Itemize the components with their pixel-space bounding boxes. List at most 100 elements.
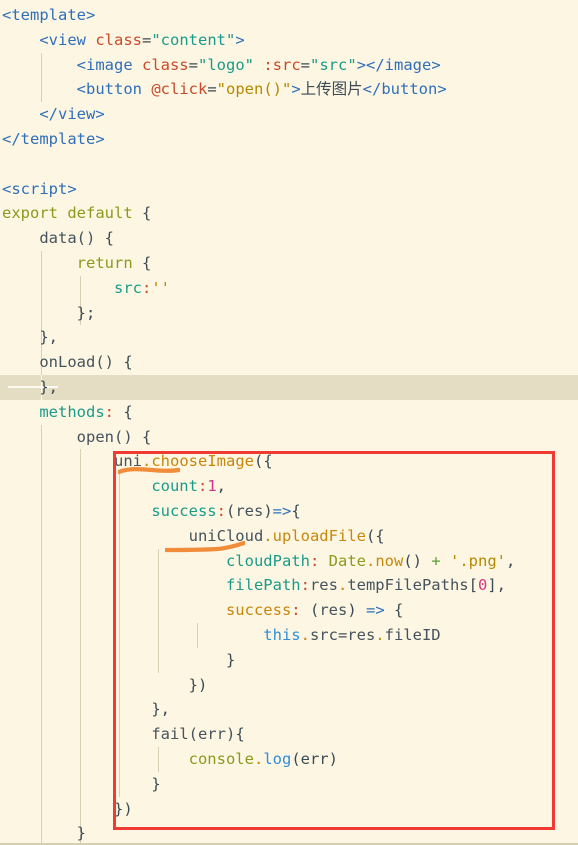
code-token: . <box>141 452 152 471</box>
code-line[interactable]: } <box>0 647 578 673</box>
code-token: <image <box>76 55 142 74</box>
code-token: { <box>141 204 152 223</box>
code-line-text: console.log(err) <box>2 750 338 768</box>
code-line[interactable]: } <box>0 771 578 797</box>
code-token: : <box>309 551 320 570</box>
code-token: '' <box>151 278 170 297</box>
code-line-text: }; <box>2 304 96 322</box>
code-token: console <box>188 749 254 768</box>
code-editor-surface[interactable]: <template> <view class="content"> <image… <box>0 0 578 845</box>
code-token: [ <box>468 576 478 595</box>
code-line[interactable] <box>0 152 578 177</box>
code-line[interactable]: success:(res)=>{ <box>0 498 578 524</box>
code-line-text: } <box>2 651 235 669</box>
code-token: = <box>142 30 152 49</box>
code-line-text: methods: { <box>2 402 132 421</box>
code-token: { <box>394 601 404 620</box>
code-token: "content" <box>151 30 236 49</box>
code-token: (err) <box>291 749 338 768</box>
code-token: </view> <box>39 105 105 124</box>
code-line[interactable]: }, <box>0 325 578 351</box>
code-line[interactable]: methods: { <box>0 400 578 425</box>
code-token: }) <box>113 799 133 818</box>
code-token: . <box>375 625 385 644</box>
code-line[interactable]: }, <box>0 697 578 723</box>
code-line-text: this.src=res.fileID <box>2 625 440 644</box>
code-token: : <box>141 278 152 297</box>
code-token: "src" <box>310 55 357 74</box>
code-token: } <box>151 774 161 793</box>
code-line[interactable]: <image class="logo" :src="src"></image> <box>0 52 578 78</box>
code-line[interactable]: filePath:res.tempFilePaths[0], <box>0 573 578 599</box>
code-line[interactable]: <template> <box>0 3 578 28</box>
code-line-text: <template> <box>2 6 95 24</box>
code-line[interactable]: data() { <box>0 226 578 251</box>
code-line-text: filePath:res.tempFilePaths[0], <box>2 576 506 594</box>
code-line[interactable]: src:'' <box>0 275 578 301</box>
code-token: res <box>235 501 264 520</box>
code-line-text: }) <box>2 676 208 694</box>
code-token: Date <box>328 551 366 570</box>
code-token: : <box>291 601 301 620</box>
code-token: { <box>141 253 152 272</box>
code-line-text: success: (res) => { <box>2 601 403 619</box>
code-line[interactable]: count:1, <box>0 474 578 499</box>
code-line[interactable]: console.log(err) <box>0 746 578 772</box>
code-line[interactable]: }; <box>0 300 578 326</box>
code-line[interactable]: export default { <box>0 201 578 226</box>
code-line[interactable]: return { <box>0 250 578 276</box>
code-token: <button <box>76 80 152 99</box>
code-token: uni <box>113 452 142 471</box>
code-line-text: data() { <box>2 229 114 247</box>
code-line[interactable]: }) <box>0 672 578 698</box>
code-line[interactable]: <script> <box>0 177 578 202</box>
code-token: ) <box>347 601 366 620</box>
code-editor-screenshot: <template> <view class="content"> <image… <box>0 0 578 845</box>
code-token: </button> <box>362 80 447 99</box>
code-line[interactable]: </template> <box>0 127 578 152</box>
code-line[interactable]: }) <box>0 796 578 822</box>
code-token: > <box>235 30 245 49</box>
code-token: = <box>207 80 217 99</box>
code-line-text: } <box>2 824 86 842</box>
code-line[interactable]: cloudPath: Date.now() + '.png', <box>0 548 578 574</box>
code-line[interactable]: }, <box>0 374 578 400</box>
code-token: { <box>291 501 301 520</box>
code-line[interactable]: onLoad() { <box>0 350 578 375</box>
code-token: uploadFile <box>272 526 366 545</box>
code-line-text: open() { <box>2 428 152 446</box>
code-line-text: </view> <box>2 105 105 124</box>
code-line[interactable]: <button @click="open()">上传图片</button> <box>0 77 578 103</box>
code-line[interactable]: open() { <box>0 424 578 450</box>
code-token: fail(err) <box>151 725 236 744</box>
code-line[interactable]: uniCloud.uploadFile({ <box>0 523 578 549</box>
code-line[interactable]: uni.chooseImage({ <box>0 449 578 475</box>
code-line[interactable]: this.src=res.fileID <box>0 622 578 648</box>
code-token: : <box>104 402 114 421</box>
code-token: <template> <box>2 6 96 24</box>
code-line-text: }, <box>2 378 58 396</box>
code-token: tempFilePaths <box>347 576 469 595</box>
code-line[interactable]: success: (res) => { <box>0 598 578 623</box>
code-line[interactable]: <view class="content"> <box>0 28 578 53</box>
code-line[interactable]: fail(err){ <box>0 722 578 747</box>
code-line-text: count:1, <box>2 477 226 495</box>
code-line[interactable]: </view> <box>0 102 578 127</box>
code-line[interactable]: } <box>0 821 578 845</box>
code-line-text: onLoad() { <box>2 353 132 371</box>
